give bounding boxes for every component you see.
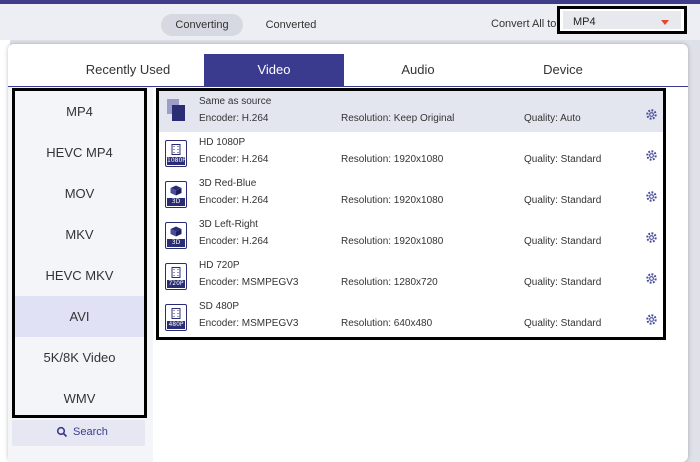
preset-name: 3D Red-Blue [199,178,257,189]
gear-icon[interactable] [645,149,658,162]
preset-encoder: Encoder: H.264 [199,236,269,247]
convert-all-label: Convert All to: [491,18,560,30]
preset-row-3d-left-right[interactable]: 3D 3D Left-Right Encoder: H.264 Resoluti… [159,214,663,255]
format-item-mp4[interactable]: MP4 [15,91,144,132]
format-badge: 3D [167,198,185,206]
film-480p-icon: 480P [165,304,187,331]
preset-name: SD 480P [199,301,240,312]
search-button[interactable]: Search [12,420,145,446]
cube-3d-icon: 3D [165,181,187,208]
preset-resolution: Resolution: 1920x1080 [341,195,444,206]
preset-name: HD 720P [199,260,240,271]
preset-quality: Quality: Standard [524,318,602,329]
convert-all-format-dropdown[interactable]: MP4 [557,6,687,34]
gear-icon[interactable] [645,108,658,121]
gear-icon[interactable] [645,231,658,244]
preset-encoder: Encoder: MSMPEGV3 [199,277,299,288]
format-item-wmv[interactable]: WMV [15,378,144,419]
tab-converted[interactable]: Converted [252,14,330,36]
preset-encoder: Encoder: H.264 [199,154,269,165]
preset-list: Same as source Encoder: H.264 Resolution… [156,88,666,340]
format-item-mkv[interactable]: MKV [15,214,144,255]
selected-format-value: MP4 [573,16,596,28]
preset-encoder: Encoder: H.264 [199,113,269,124]
format-list: MP4 HEVC MP4 MOV MKV HEVC MKV AVI 5K/8K … [12,88,147,418]
tab-device[interactable]: Device [513,54,613,86]
preset-quality: Quality: Standard [524,154,602,165]
preset-quality: Quality: Standard [524,277,602,288]
preset-resolution: Resolution: 640x480 [341,318,433,329]
tab-converting[interactable]: Converting [161,14,243,36]
format-item-mov[interactable]: MOV [15,173,144,214]
tab-video[interactable]: Video [204,54,344,86]
preset-resolution: Resolution: Keep Original [341,113,455,124]
preset-encoder: Encoder: MSMPEGV3 [199,318,299,329]
preset-row-hd-720p[interactable]: 720P HD 720P Encoder: MSMPEGV3 Resolutio… [159,255,663,296]
format-badge: 480P [167,321,185,329]
preset-name: 3D Left-Right [199,219,258,230]
tab-audio[interactable]: Audio [368,54,468,86]
format-category-tabs: Recently Used Video Audio Device [8,54,688,86]
preset-row-same-as-source[interactable]: Same as source Encoder: H.264 Resolution… [159,91,663,132]
preset-quality: Quality: Standard [524,195,602,206]
format-badge: 720P [167,280,185,288]
format-item-hevc-mp4[interactable]: HEVC MP4 [15,132,144,173]
film-1080p-icon: 1080P [165,140,187,167]
format-item-5k-8k-video[interactable]: 5K/8K Video [15,337,144,378]
preset-name: HD 1080P [199,137,246,148]
same-as-source-icon [167,99,185,121]
chevron-down-icon [661,20,669,25]
preset-row-hd-1080p[interactable]: 1080P HD 1080P Encoder: H.264 Resolution… [159,132,663,173]
search-icon [56,426,68,438]
preset-resolution: Resolution: 1280x720 [341,277,438,288]
preset-quality: Quality: Auto [524,113,581,124]
preset-encoder: Encoder: H.264 [199,195,269,206]
tab-recently-used[interactable]: Recently Used [78,54,178,86]
preset-quality: Quality: Standard [524,236,602,247]
format-item-avi[interactable]: AVI [15,296,144,337]
film-720p-icon: 720P [165,263,187,290]
search-label: Search [73,426,108,438]
preset-row-sd-480p[interactable]: 480P SD 480P Encoder: MSMPEGV3 Resolutio… [159,296,663,337]
preset-row-3d-red-blue[interactable]: 3D 3D Red-Blue Encoder: H.264 Resolution… [159,173,663,214]
format-badge: 1080P [167,157,186,165]
gear-icon[interactable] [645,190,658,203]
preset-name: Same as source [199,96,272,107]
format-badge: 3D [167,239,185,247]
format-picker-panel: Recently Used Video Audio Device MP4 HEV… [8,44,688,462]
gear-icon[interactable] [645,313,658,326]
dropdown-field: MP4 [563,11,681,29]
preset-resolution: Resolution: 1920x1080 [341,236,444,247]
format-item-hevc-mkv[interactable]: HEVC MKV [15,255,144,296]
cube-3d-icon: 3D [165,222,187,249]
gear-icon[interactable] [645,272,658,285]
preset-resolution: Resolution: 1920x1080 [341,154,444,165]
